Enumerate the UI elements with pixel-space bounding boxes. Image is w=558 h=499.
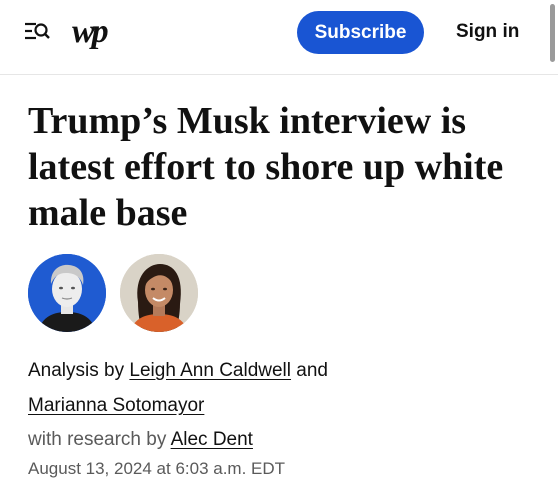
sign-in-link[interactable]: Sign in	[456, 20, 519, 44]
article-page: wp Subscribe Sign in Trump’s Musk interv…	[0, 0, 558, 499]
menu-search-icon[interactable]	[24, 19, 50, 45]
author-link-marianna-sotomayor[interactable]: Marianna Sotomayor	[28, 395, 204, 416]
byline-conjunction: and	[296, 360, 328, 381]
washington-post-logo[interactable]: wp	[72, 11, 109, 53]
author-avatar-leigh-ann-caldwell[interactable]	[28, 254, 106, 332]
research-credit: with research by Alec Dent	[28, 428, 253, 452]
article-headline: Trump’s Musk interview is latest effort …	[28, 100, 504, 234]
byline-prefix: Analysis by	[28, 360, 125, 381]
author-avatar-marianna-sotomayor[interactable]	[120, 254, 198, 332]
scrollbar[interactable]	[550, 4, 555, 62]
subscribe-button[interactable]: Subscribe	[297, 11, 424, 54]
byline-second-line: Marianna Sotomayor	[28, 394, 204, 418]
researcher-link-alec-dent[interactable]: Alec Dent	[171, 429, 253, 450]
publish-dateline: August 13, 2024 at 6:03 a.m. EDT	[28, 459, 286, 478]
research-prefix: with research by	[28, 429, 167, 450]
author-link-leigh-ann-caldwell[interactable]: Leigh Ann Caldwell	[129, 360, 291, 381]
byline: Analysis by Leigh Ann Caldwell and	[28, 359, 328, 383]
site-header: wp Subscribe Sign in	[0, 0, 558, 75]
